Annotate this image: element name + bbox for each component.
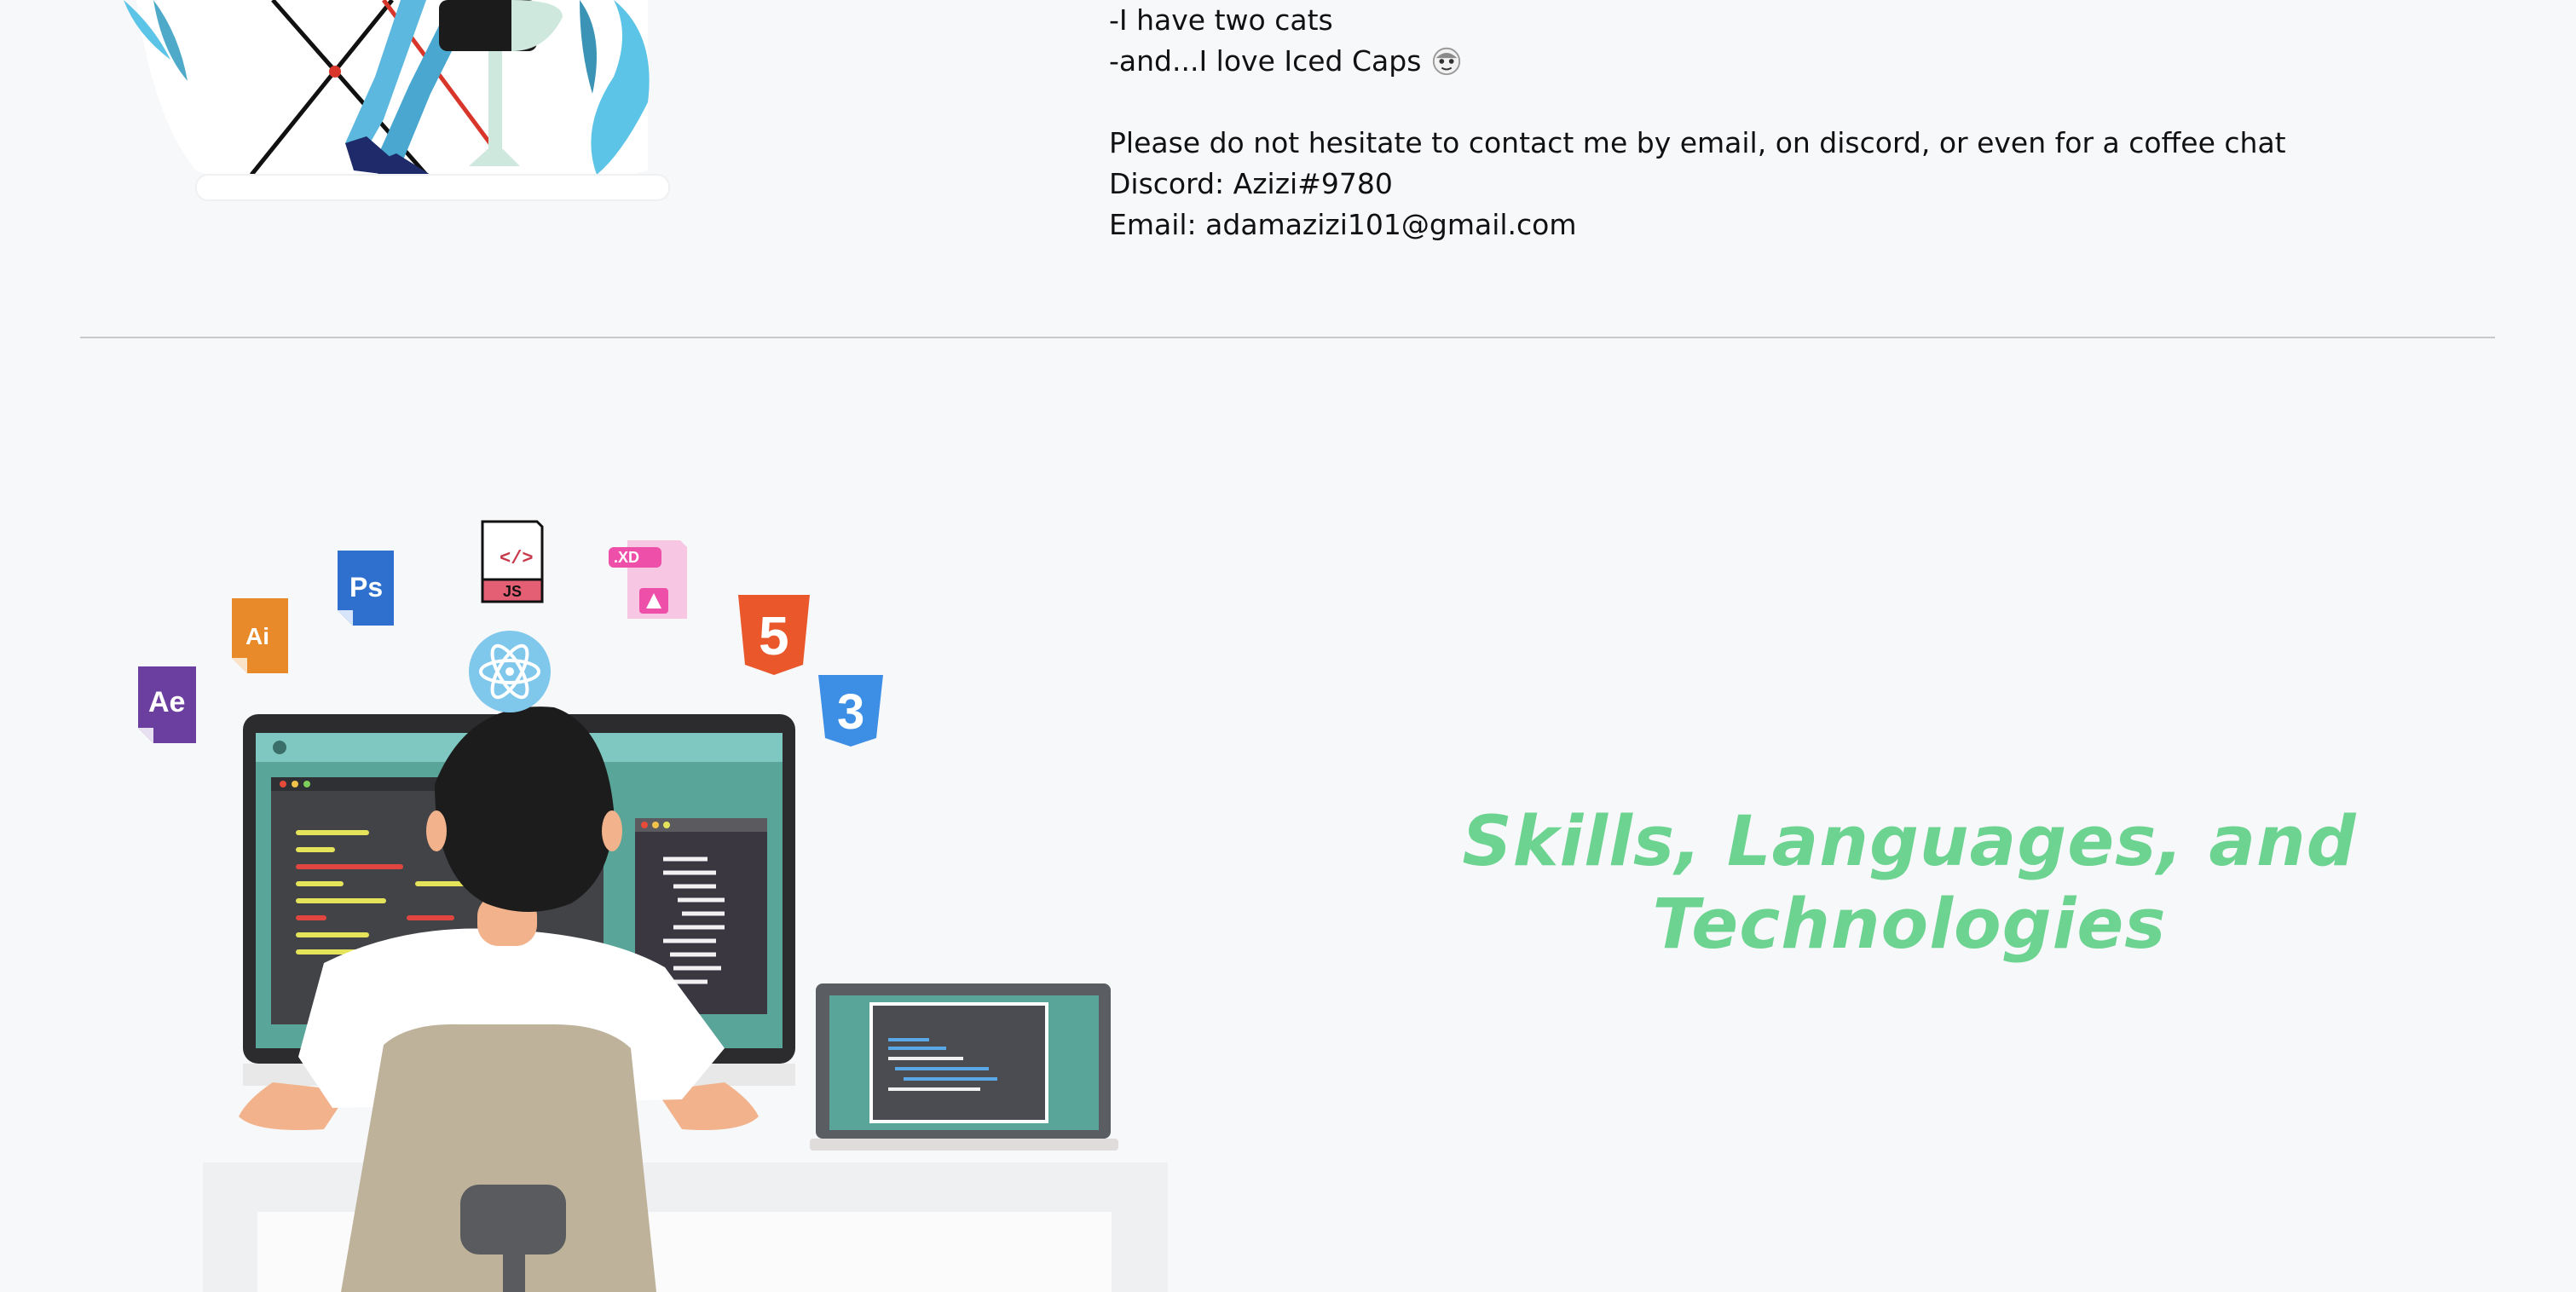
face-emoji-icon xyxy=(1432,47,1461,76)
svg-text:5: 5 xyxy=(759,605,789,666)
photoshop-icon: Ps xyxy=(338,551,394,626)
skills-heading: Skills, Languages, and Technologies xyxy=(1449,801,2370,966)
section-divider xyxy=(80,337,2495,338)
about-line-iced-caps-text: -and...I love Iced Caps xyxy=(1109,44,1422,78)
contact-invitation: Please do not hesitate to contact me by … xyxy=(1109,126,2286,159)
adobe-xd-icon: .XD xyxy=(609,540,687,619)
skills-heading-line1: Skills, Languages, and xyxy=(1462,802,2357,882)
discord-handle: Discord: Azizi#9780 xyxy=(1109,167,1393,200)
svg-text:Ai: Ai xyxy=(245,623,269,649)
email-address: Email: adamazizi101@gmail.com xyxy=(1109,208,1577,241)
after-effects-icon: Ae xyxy=(138,666,196,743)
react-icon xyxy=(469,631,551,712)
svg-text:Ae: Ae xyxy=(148,686,185,718)
svg-text:JS: JS xyxy=(503,583,522,600)
svg-text:.XD: .XD xyxy=(614,549,639,566)
about-illustration xyxy=(124,0,670,201)
javascript-file-icon: </> JS xyxy=(481,520,544,603)
about-text: -I have two cats -and...I love Iced Caps… xyxy=(1109,0,2388,245)
svg-text:</>: </> xyxy=(500,548,534,569)
svg-text:Ps: Ps xyxy=(349,572,383,603)
about-line-iced-caps: -and...I love Iced Caps xyxy=(1109,41,2388,82)
css3-icon: 3 xyxy=(818,675,883,747)
illustrator-icon: Ai xyxy=(232,598,288,673)
skills-illustration: Ae Ai Ps </> JS .XD 5 3 xyxy=(138,520,1168,1292)
laptop xyxy=(810,983,1118,1151)
html5-icon: 5 xyxy=(738,595,810,675)
skills-heading-line2: Technologies xyxy=(1652,885,2167,965)
svg-text:3: 3 xyxy=(837,684,864,740)
about-line-cats: -I have two cats xyxy=(1109,3,1333,37)
